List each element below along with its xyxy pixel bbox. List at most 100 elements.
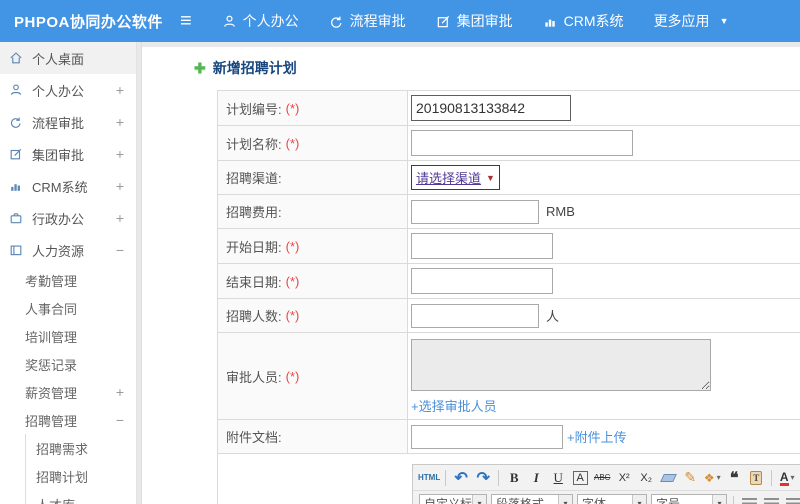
nav-group-approval[interactable]: 集团审批 [436,11,513,31]
caret-down-icon: ▾ [716,473,721,482]
sidebar-subitem-label: 培训管理 [25,329,78,345]
expand-icon[interactable]: + [116,114,124,130]
person-icon [222,14,237,29]
nav-flow-approval[interactable]: 流程审批 [329,11,406,31]
superscript-button[interactable]: X² [614,468,634,488]
collapse-icon[interactable]: − [116,412,124,428]
form-row-channel: 招聘渠道: 请选择渠道 ▼ [218,161,800,195]
paste-icon[interactable]: T [746,468,766,488]
font-family-select[interactable]: 字体 ▾ [577,493,647,504]
sidebar-item-label: 个人办公 [32,83,85,99]
strikethrough-button[interactable]: ABC [592,468,612,488]
chart-icon [9,179,24,193]
expand-icon[interactable]: + [116,146,124,162]
align-right-icon[interactable] [783,494,800,504]
format-painter-icon[interactable]: ❖ ▾ [702,468,722,488]
start-date-input[interactable] [411,233,553,259]
html-source-button[interactable]: HTML [418,468,440,488]
expand-icon[interactable]: + [116,210,124,226]
font-button[interactable]: A [570,468,590,488]
redo-icon[interactable]: ↷ [473,468,493,488]
nav-crm[interactable]: CRM系统 [543,11,624,31]
form-row-plan-no: 计划编号: (*) [218,91,800,126]
expand-icon[interactable]: + [116,82,124,98]
form-row-start-date: 开始日期: (*) [218,229,800,264]
approvers-textarea[interactable] [411,339,711,391]
sidebar-item-crm[interactable]: CRM系统 + [0,170,136,202]
nav-personal-office[interactable]: 个人办公 [222,11,299,31]
align-left-icon[interactable] [739,494,759,504]
form-row-headcount: 招聘人数: (*) 人 [218,299,800,333]
flow-icon [9,115,24,129]
sidebar-item-salary[interactable]: 薪资管理 + [0,378,136,406]
field-label: 结束日期: (*) [218,264,408,298]
format-brush-icon[interactable]: ✎ [680,468,700,488]
sidebar-item-talent-pool[interactable]: 人才库 [26,490,136,504]
undo-icon[interactable]: ↶ [451,468,471,488]
heading-select[interactable]: 自定义标题 ▾ [419,493,487,504]
sidebar-item-label: 人力资源 [32,243,85,259]
sidebar-subitem-label: 招聘需求 [36,441,89,457]
attachment-upload-link[interactable]: +附件上传 [567,427,627,446]
flow-icon [329,14,344,29]
sidebar-item-flow-approval[interactable]: 流程审批 + [0,106,136,138]
italic-button[interactable]: I [526,468,546,488]
field-label: 审批人员: (*) [218,333,408,419]
blockquote-icon[interactable]: ❝ [724,468,744,488]
fee-input[interactable] [411,199,539,224]
expand-icon[interactable]: + [116,178,124,194]
person-icon [9,83,24,97]
sidebar-item-recruit-plan[interactable]: 招聘计划 [26,462,136,490]
sidebar-subitem-label: 人事合同 [25,301,78,317]
field-label: 计划名称: (*) [218,126,408,160]
sidebar-item-rewards[interactable]: 奖惩记录 [0,350,136,378]
sidebar-item-label: 集团审批 [32,147,85,163]
underline-button[interactable]: U [548,468,568,488]
plan-name-input[interactable] [411,130,633,156]
form-row-editor: HTML ↶ ↷ B I U A ABC X² X₂ ✎ ❖ ▾ ❝ T A ▾… [218,454,800,504]
editor-toolbar-row2: 自定义标题 ▾ 段落格式 ▾ 字体 ▾ [413,491,800,504]
sidebar-item-recruit-demand[interactable]: 招聘需求 [26,434,136,462]
eraser-icon[interactable] [658,468,678,488]
sidebar-item-group-approval[interactable]: 集团审批 + [0,138,136,170]
sidebar-subitem-label: 薪资管理 [25,385,78,401]
channel-select[interactable]: 请选择渠道 ▼ [411,165,500,190]
sidebar-item-personal-office[interactable]: 个人办公 + [0,74,136,106]
paragraph-format-select[interactable]: 段落格式 ▾ [491,493,573,504]
sidebar-item-admin-office[interactable]: 行政办公 + [0,202,136,234]
attachment-input[interactable] [411,424,563,449]
sidebar-item-recruit-mgmt[interactable]: 招聘管理 − [0,406,136,434]
sidebar-item-desktop[interactable]: 个人桌面 [0,42,136,74]
headcount-input[interactable] [411,303,539,328]
nav-more-apps[interactable]: 更多应用 ▼ [654,11,729,31]
font-size-select[interactable]: 字号 ▾ [651,493,727,504]
menu-icon[interactable]: ≡ [180,11,192,31]
recruit-submenu: 招聘需求 招聘计划 人才库 [25,434,136,504]
end-date-input[interactable] [411,268,553,294]
required-marker: (*) [285,273,300,289]
collapse-icon[interactable]: − [116,242,124,258]
field-label: 招聘渠道: [218,161,408,194]
select-approvers-link[interactable]: +选择审批人员 [411,396,497,415]
expand-icon[interactable]: + [116,384,124,400]
sidebar-item-hr-contract[interactable]: 人事合同 [0,294,136,322]
toolbar-separator [445,469,447,486]
main-content: ✚ 新增招聘计划 计划编号: (*) 计划名称: (*) [142,42,800,504]
page-title: ✚ 新增招聘计划 [194,58,800,78]
font-color-button[interactable]: A ▾ [777,468,797,488]
edit-icon [436,14,451,29]
sidebar-item-label: 个人桌面 [32,51,85,67]
align-center-icon[interactable] [761,494,781,504]
field-label: 招聘费用: [218,195,408,228]
sidebar-item-training[interactable]: 培训管理 [0,322,136,350]
caret-down-icon: ▾ [632,494,646,504]
required-marker: (*) [285,308,300,323]
sidebar-item-attendance[interactable]: 考勤管理 [0,266,136,294]
bold-button[interactable]: B [504,468,524,488]
subscript-button[interactable]: X₂ [636,468,656,488]
plus-icon: ✚ [194,59,206,76]
content-top-strip [142,42,800,47]
sidebar-item-hr[interactable]: 人力资源 − [0,234,136,266]
editor-toolbar-row1: HTML ↶ ↷ B I U A ABC X² X₂ ✎ ❖ ▾ ❝ T A ▾ [413,465,800,491]
plan-number-input[interactable] [411,95,571,121]
